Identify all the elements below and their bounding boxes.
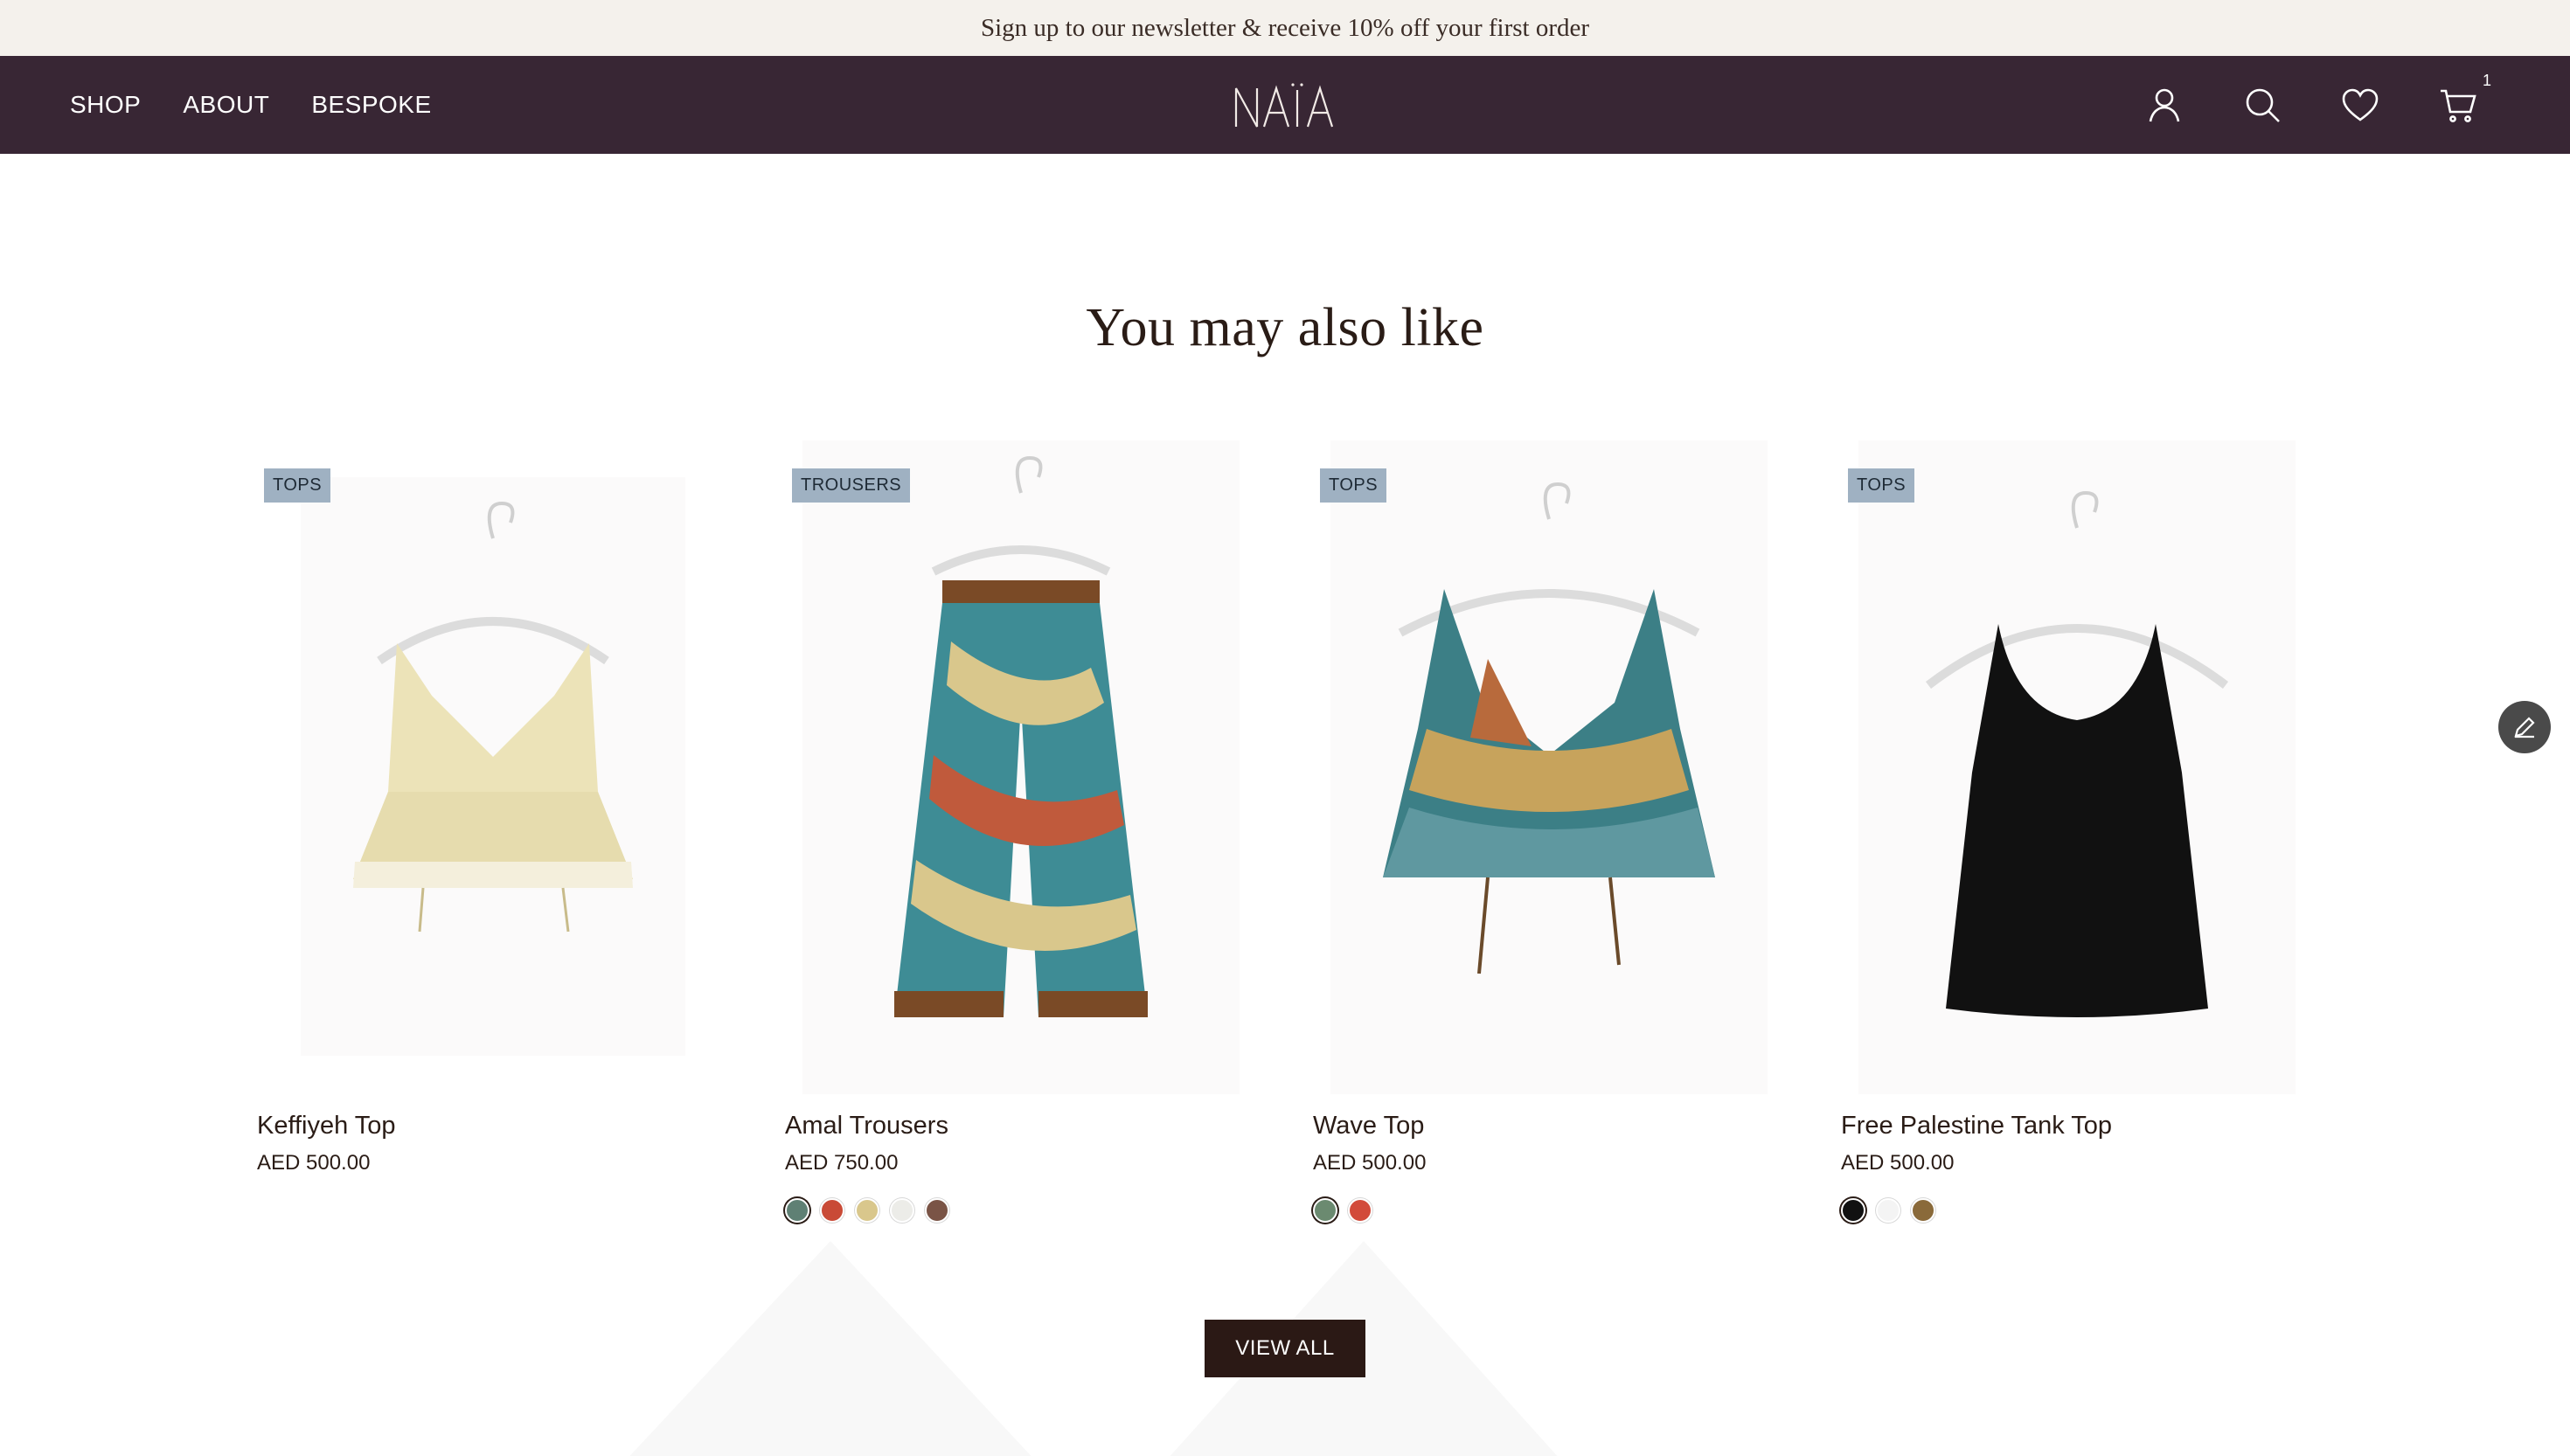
category-tag: TROUSERS [792, 468, 911, 503]
announcement-bar[interactable]: Sign up to our newsletter & receive 10% … [0, 0, 2570, 56]
main-nav: SHOP ABOUT BESPOKE [70, 56, 432, 154]
product-photo-keffiyeh-top [301, 477, 685, 1056]
cart-icon[interactable]: 1 [2437, 72, 2491, 126]
color-swatch[interactable] [890, 1198, 914, 1223]
product-name[interactable]: Wave Top [1313, 1112, 1802, 1141]
account-icon[interactable] [2143, 84, 2185, 126]
product-card[interactable]: TROUSERS Amal Trousers AED 750.00 [785, 440, 1275, 1226]
color-swatch[interactable] [1348, 1198, 1372, 1223]
product-image-link[interactable]: TROUSERS [785, 440, 1275, 1094]
edit-pencil-icon[interactable] [2498, 701, 2551, 753]
category-tag: TOPS [1848, 468, 1915, 503]
product-card[interactable]: TOPS Wave Top AED 500.00 [1313, 440, 1802, 1226]
brand-logo[interactable] [1224, 79, 1346, 135]
product-name[interactable]: Keffiyeh Top [257, 1112, 747, 1141]
color-swatches [785, 1198, 1275, 1226]
product-price: AED 750.00 [785, 1151, 899, 1175]
site-header: SHOP ABOUT BESPOKE 1 [0, 56, 2570, 154]
product-image-link[interactable]: TOPS [1313, 440, 1802, 1094]
product-price: AED 500.00 [1841, 1151, 1955, 1175]
color-swatches [1313, 1198, 1802, 1226]
header-icons: 1 [2143, 56, 2491, 154]
product-card[interactable]: TOPS Free Palestine Tank Top AED 500.00 [1841, 440, 2330, 1226]
cart-count-badge: 1 [2482, 72, 2491, 89]
announcement-text: Sign up to our newsletter & receive 10% … [980, 13, 1590, 42]
section-title: You may also like [1086, 298, 1484, 357]
nav-about[interactable]: ABOUT [183, 91, 269, 119]
nav-shop[interactable]: SHOP [70, 91, 141, 119]
brand-logo-mark [1234, 83, 1334, 128]
product-image-link[interactable]: TOPS [257, 440, 747, 1094]
category-tag: TOPS [264, 468, 331, 503]
product-photo-free-palestine-tank-top [1858, 440, 2296, 1094]
product-price: AED 500.00 [1313, 1151, 1427, 1175]
decorative-triangle [586, 1241, 1075, 1456]
search-icon[interactable] [2241, 84, 2283, 126]
category-tag: TOPS [1320, 468, 1387, 503]
color-swatch[interactable] [820, 1198, 844, 1223]
product-photo-wave-top [1330, 440, 1768, 1094]
color-swatch[interactable] [1911, 1198, 1935, 1223]
product-price: AED 500.00 [257, 1151, 371, 1175]
product-photo-amal-trousers [802, 440, 1240, 1094]
color-swatches [257, 1198, 747, 1226]
color-swatch[interactable] [1876, 1198, 1900, 1223]
view-all-button[interactable]: VIEW ALL [1205, 1320, 1365, 1377]
product-name[interactable]: Amal Trousers [785, 1112, 1275, 1141]
color-swatches [1841, 1198, 2330, 1226]
wishlist-heart-icon[interactable] [2339, 84, 2381, 126]
product-image-link[interactable]: TOPS [1841, 440, 2330, 1094]
color-swatch[interactable] [855, 1198, 879, 1223]
color-swatch[interactable] [785, 1198, 809, 1223]
color-swatch[interactable] [925, 1198, 949, 1223]
product-card[interactable]: TOPS Keffiyeh Top AED 500.00 [257, 440, 747, 1226]
color-swatch[interactable] [1313, 1198, 1337, 1223]
color-swatch[interactable] [1841, 1198, 1865, 1223]
nav-bespoke[interactable]: BESPOKE [311, 91, 431, 119]
product-name[interactable]: Free Palestine Tank Top [1841, 1112, 2330, 1141]
